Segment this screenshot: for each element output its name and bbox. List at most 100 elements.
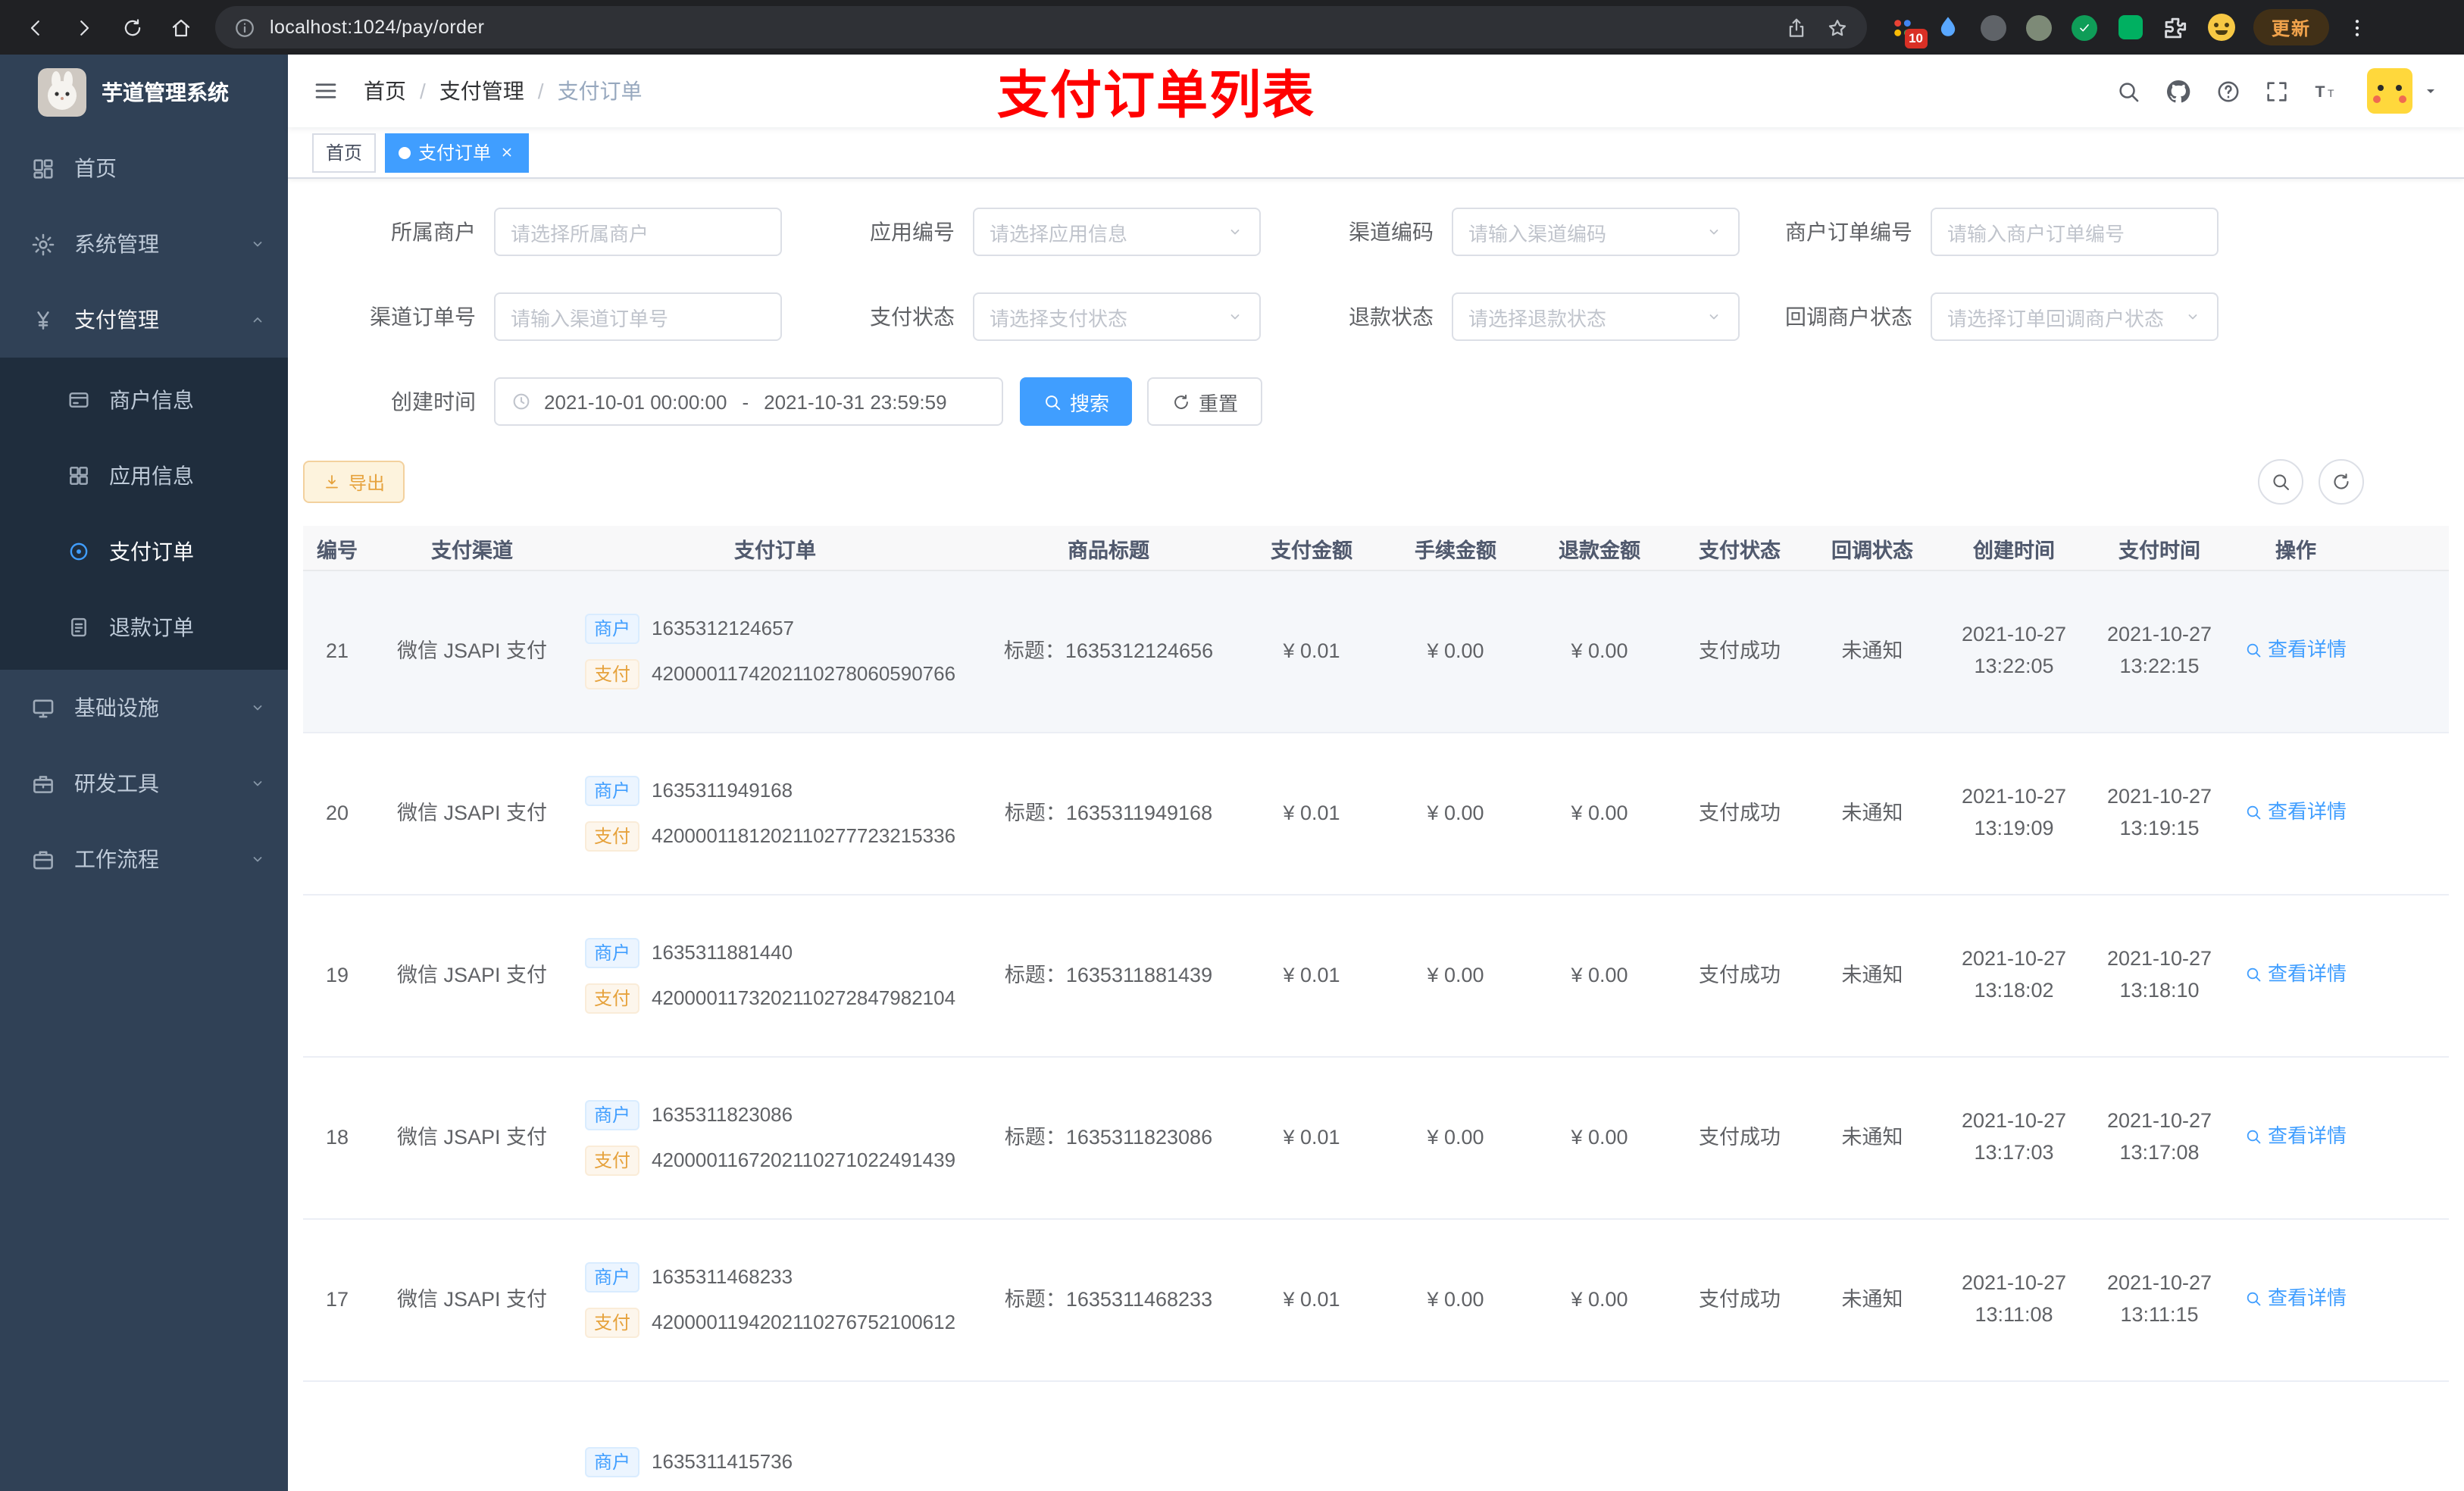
url-text: localhost:1024/pay/order <box>270 17 485 38</box>
filter-notify-status: 回调商户状态 请选择订单回调商户状态 <box>1740 292 2219 341</box>
share-icon[interactable] <box>1785 16 1808 39</box>
view-detail-link[interactable]: 查看详情 <box>2245 1283 2347 1313</box>
sidebar-item-devtools[interactable]: 研发工具 <box>0 746 288 821</box>
dashboard-icon <box>30 155 56 181</box>
sidebar-item-label: 商户信息 <box>109 388 194 412</box>
filter-refund-status-select[interactable]: 请选择退款状态 <box>1452 292 1740 341</box>
placeholder-text: 请选择所属商户 <box>511 222 649 245</box>
tab-pay-order[interactable]: 支付订单 <box>385 133 530 172</box>
cell-amount: ¥ 0.01 <box>1283 1125 1340 1149</box>
cell-order: 商户 1635311949168 支付 42000011812021102777232… <box>573 775 977 852</box>
table-row[interactable]: 21 微信 JSAPI 支付 商户 1635312124657 支付 4200001174… <box>303 571 2449 733</box>
puzzle-extension-icon[interactable] <box>2161 13 2190 42</box>
check-extension-icon[interactable] <box>2070 13 2099 42</box>
view-detail-link[interactable]: 查看详情 <box>2245 796 2347 827</box>
user-menu[interactable] <box>2367 68 2440 114</box>
square-extension-icon[interactable] <box>2115 13 2144 42</box>
forward-button[interactable] <box>64 8 103 47</box>
font-size-icon[interactable]: TT <box>2312 78 2338 104</box>
table-row[interactable]: 19 微信 JSAPI 支付 商户 1635311881440 支付 4200001173… <box>303 896 2449 1058</box>
filter-merchant-order-no-input[interactable]: 请输入商户订单编号 <box>1931 208 2219 256</box>
circle-extension-icon[interactable] <box>1979 13 2008 42</box>
date-start-value: 2021-10-01 00:00:00 <box>544 390 727 413</box>
avatar-extension-icon[interactable] <box>2206 13 2235 42</box>
view-detail-link[interactable]: 查看详情 <box>2245 958 2347 989</box>
chevron-down-icon <box>1705 308 1723 326</box>
home-button[interactable] <box>161 8 200 47</box>
help-icon[interactable] <box>2215 78 2241 104</box>
filter-app-no-select[interactable]: 请选择应用信息 <box>973 208 1261 256</box>
placeholder-text: 请输入渠道订单号 <box>511 307 669 330</box>
breadcrumb-current: 支付订单 <box>557 79 643 103</box>
url-bar[interactable]: localhost:1024/pay/order <box>215 6 1867 48</box>
extensions-grid-icon[interactable]: 10 <box>1888 13 1928 48</box>
circle-extension-icon-2[interactable] <box>2025 13 2053 42</box>
table-row[interactable]: 20 微信 JSAPI 支付 商户 1635311949168 支付 4200001181… <box>303 733 2449 896</box>
tabs-bar: 首页 支付订单 <box>288 127 2464 179</box>
tab-home[interactable]: 首页 <box>312 133 377 172</box>
sidebar-item-pay-order[interactable]: 支付订单 <box>0 514 288 589</box>
view-detail-label: 查看详情 <box>2267 799 2347 822</box>
merchant-order-no: 1635311949168 <box>652 778 793 802</box>
table-row[interactable]: 17 微信 JSAPI 支付 商户 1635311468233 支付 4200001194… <box>303 1220 2449 1382</box>
drop-extension-icon[interactable] <box>1934 13 1962 42</box>
merchant-order-no: 1635311823086 <box>652 1102 793 1126</box>
browser-menu-button[interactable] <box>2338 9 2375 45</box>
cell-pay: 2021-10-27 13:19:15 <box>2106 785 2212 839</box>
order-line: 商户 1635311823086 <box>585 1099 977 1130</box>
filter-pay-status-select[interactable]: 请选择支付状态 <box>973 292 1261 341</box>
bookmark-star-icon[interactable] <box>1826 16 1849 39</box>
filter-notify-status-select[interactable]: 请选择订单回调商户状态 <box>1931 292 2219 341</box>
chevron-down-icon <box>1226 308 1244 326</box>
extension-badge: 10 <box>1904 29 1928 48</box>
sidebar-item-infra[interactable]: 基础设施 <box>0 670 288 746</box>
filter-label: 支付状态 <box>870 305 955 329</box>
cell-id: 19 <box>325 963 349 986</box>
view-detail-link[interactable]: 查看详情 <box>2245 1121 2347 1151</box>
content: 所属商户 请选择所属商户 应用编号 请选择应用信息 渠道编码 请输入渠道编码 商户订单编号请… <box>288 179 2464 1491</box>
sidebar-item-app-info[interactable]: 应用信息 <box>0 438 288 514</box>
github-icon[interactable] <box>2164 77 2193 105</box>
filter-refund-status: 退款状态 请选择退款状态 <box>1261 292 1740 341</box>
search-button[interactable]: 搜索 <box>1020 377 1133 426</box>
cell-order: 商户 1635311415736 <box>573 1446 977 1477</box>
toggle-search-button[interactable] <box>2258 459 2303 505</box>
reload-button[interactable] <box>112 8 152 47</box>
fullscreen-icon[interactable] <box>2264 78 2290 104</box>
cell-title: 标题：1635311468233 <box>1004 1287 1213 1311</box>
header-search-icon[interactable] <box>2115 78 2141 104</box>
sidebar-item-home[interactable]: 首页 <box>0 130 288 206</box>
filter-channel-order-no-input[interactable]: 请输入渠道订单号 <box>494 292 782 341</box>
close-icon[interactable] <box>499 144 515 161</box>
sidebar-menu: 首页 系统管理 支付管理商户信息应用信息 支付订单 退款订单 基础设施 研发工具 工作流程 <box>0 130 288 897</box>
filter-merchant-input[interactable]: 请选择所属商户 <box>494 208 782 256</box>
sidebar: 芋道管理系统 首页 系统管理 支付管理商户信息应用信息 支付订单 退款订单 基础设施 研发工… <box>0 55 288 1491</box>
breadcrumb-payment[interactable]: 支付管理 <box>439 76 524 106</box>
filter-merchant-order-no: 商户订单编号 请输入商户订单编号 <box>1740 208 2219 256</box>
cell-notify: 未通知 <box>1841 1287 1903 1311</box>
export-button[interactable]: 导出 <box>303 461 405 503</box>
breadcrumb-home[interactable]: 首页 <box>364 76 406 106</box>
refresh-table-button[interactable] <box>2319 459 2364 505</box>
sidebar-item-payment[interactable]: 支付管理 <box>0 282 288 358</box>
table-row[interactable]: 18 微信 JSAPI 支付 商户 1635311823086 支付 4200001167… <box>303 1058 2449 1220</box>
gear-icon <box>30 231 56 257</box>
back-button[interactable] <box>15 8 55 47</box>
cell-order: 商户 1635312124657 支付 42000011742021102780605… <box>573 613 977 690</box>
sidebar-item-system[interactable]: 系统管理 <box>0 206 288 282</box>
filter-channel-code-select[interactable]: 请输入渠道编码 <box>1452 208 1740 256</box>
logo[interactable]: 芋道管理系统 <box>0 55 288 130</box>
cell-amount: ¥ 0.01 <box>1283 963 1340 986</box>
cell-title: 标题：1635312124656 <box>1003 639 1214 662</box>
reset-button[interactable]: 重置 <box>1147 377 1263 426</box>
table-row[interactable]: 商户 1635311415736 <box>303 1382 2449 1491</box>
browser-update-button[interactable]: 更新 <box>2253 9 2330 45</box>
sidebar-item-refund-order[interactable]: 退款订单 <box>0 589 288 665</box>
site-info-icon[interactable] <box>233 16 256 39</box>
view-detail-link[interactable]: 查看详情 <box>2245 634 2347 664</box>
date-range-input[interactable]: 2021-10-01 00:00:00 - 2021-10-31 23:59:5… <box>494 377 1003 426</box>
hamburger-icon[interactable] <box>312 77 339 105</box>
check-icon <box>2076 19 2093 36</box>
sidebar-item-merchant-info[interactable]: 商户信息 <box>0 362 288 438</box>
sidebar-item-workflow[interactable]: 工作流程 <box>0 821 288 897</box>
